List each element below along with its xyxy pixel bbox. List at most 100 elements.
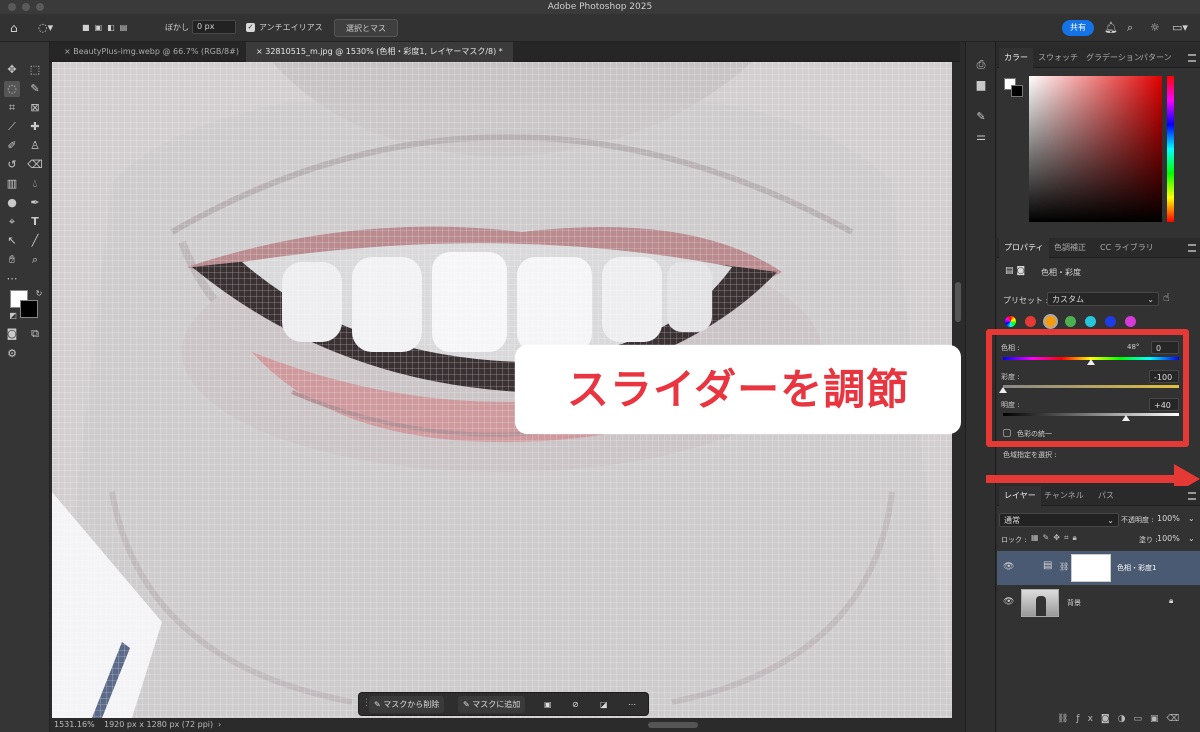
mask-icon[interactable]: ▣	[539, 696, 557, 713]
path-tool-icon[interactable]: ⌖	[4, 214, 20, 230]
hand-tool-icon[interactable]: ✋︎	[4, 252, 20, 268]
color-range-swatch[interactable]	[1125, 316, 1136, 327]
hue-strip[interactable]	[1167, 76, 1174, 222]
color-range-swatch[interactable]	[1045, 316, 1056, 327]
opacity-value[interactable]: 100%	[1157, 514, 1180, 523]
healing-brush-icon[interactable]: ✚	[27, 119, 43, 135]
frame-tool-icon[interactable]: ⊠	[27, 100, 43, 116]
tab-cc-libraries[interactable]: CC ライブラリ	[1095, 238, 1159, 258]
tab-layers[interactable]: レイヤー	[999, 486, 1041, 506]
quick-mask-icon[interactable]: ◙	[4, 326, 20, 342]
eyedropper-icon[interactable]: ⟋	[4, 119, 20, 135]
default-colors-icon[interactable]: ◩	[5, 308, 21, 324]
master-color-swatch[interactable]	[1005, 316, 1016, 327]
move-tool-icon[interactable]: ✥	[4, 62, 20, 78]
subtract-selection-icon[interactable]: ◧	[107, 19, 115, 37]
color-field[interactable]	[1029, 76, 1162, 222]
feather-input[interactable]: 0 px	[192, 20, 236, 34]
panel-menu-icon[interactable]	[1188, 54, 1196, 62]
layer-row-background[interactable]: 👁︎ 背景 🔒︎	[997, 586, 1200, 620]
target-adjust-hand-icon[interactable]: ☝︎	[1163, 291, 1170, 304]
saturation-slider-track[interactable]	[1003, 385, 1179, 388]
hue-slider-thumb[interactable]	[1087, 359, 1095, 365]
preset-dropdown[interactable]: カスタム ⌄	[1047, 292, 1159, 306]
color-range-swatch[interactable]	[1105, 316, 1116, 327]
new-selection-icon[interactable]: ■	[82, 19, 90, 37]
tab-channels[interactable]: チャンネル	[1039, 486, 1089, 506]
marquee-tool-icon[interactable]: ⬚	[27, 62, 43, 78]
line-tool-icon[interactable]: ╱	[27, 233, 43, 249]
more-tools-icon[interactable]: ⋯	[4, 271, 20, 287]
zoom-window-button[interactable]	[36, 3, 44, 11]
tab-properties[interactable]: プロパティ	[999, 238, 1049, 258]
tab-patterns[interactable]: パターン	[1135, 48, 1177, 68]
add-selection-icon[interactable]: ▣	[95, 19, 103, 37]
fill-mask-icon[interactable]: ◪	[595, 696, 613, 713]
eraser-icon[interactable]: ⌫	[27, 157, 43, 173]
lightness-slider-track[interactable]	[1003, 413, 1179, 416]
lightbulb-icon[interactable]: ☼	[1150, 19, 1160, 37]
blend-mode-dropdown[interactable]: 通常 ⌄	[999, 513, 1119, 527]
chevron-down-icon[interactable]: ⌄	[1188, 514, 1195, 523]
blur-tool-icon[interactable]: 💧︎	[27, 176, 43, 192]
hue-input[interactable]: 0	[1151, 341, 1179, 354]
crop-tool-icon[interactable]: ⌗	[4, 100, 20, 116]
gradient-tool-icon[interactable]: ▥	[4, 176, 20, 192]
zoom-tool-icon[interactable]: ⌕	[27, 252, 43, 268]
select-and-mask-button[interactable]: 選択とマスク...	[334, 19, 398, 51]
tab-adjustments[interactable]: 色調補正	[1049, 238, 1091, 258]
layer-mask-thumbnail[interactable]	[1071, 554, 1111, 582]
chevron-down-icon[interactable]: ⌄	[1188, 534, 1195, 543]
color-range-swatch[interactable]	[1025, 316, 1036, 327]
tab-swatches[interactable]: スウォッチ	[1033, 48, 1083, 68]
lock-icons[interactable]: ▦✎✥⌗🔒︎	[1031, 533, 1081, 543]
path-select-icon[interactable]: ↖	[4, 233, 20, 249]
tab-active-document[interactable]: × 32810515_m.jpg @ 1530% (色相・彩度1, レイヤーマス…	[246, 42, 513, 62]
history-panel-icon[interactable]: ⎙	[974, 58, 988, 72]
share-button[interactable]: 共有	[1062, 20, 1094, 36]
stamp-tool-icon[interactable]: ♙	[27, 138, 43, 154]
antialias-checkbox[interactable]: ✓ アンチエイリアス	[246, 19, 323, 37]
swap-colors-icon[interactable]: ↻	[31, 286, 47, 302]
brush-tool-icon[interactable]: ✐	[4, 138, 20, 154]
layers-footer-icons[interactable]: ⛓ƒx◙◑▭▣⌫	[1057, 714, 1187, 724]
search-icon[interactable]: ⌕	[1127, 19, 1133, 37]
layer-row-hue-sat[interactable]: 👁︎ ▤ ⛓ 色相・彩度1	[997, 551, 1200, 585]
add-to-mask-button[interactable]: ✎ マスクに追加	[458, 696, 526, 713]
more-options-icon[interactable]: ⋯	[623, 696, 641, 713]
workspace-icon[interactable]: ▭▾	[1172, 19, 1188, 37]
home-icon[interactable]: ⌂	[10, 19, 18, 37]
type-tool-icon[interactable]: T	[27, 214, 43, 230]
intersect-selection-icon[interactable]: ▤	[120, 19, 128, 37]
screen-mode-icon[interactable]: ⧉	[27, 326, 43, 342]
eye-icon[interactable]: 👁︎	[1003, 562, 1014, 572]
comments-icon[interactable]: ▆	[974, 78, 988, 92]
saturation-slider-thumb[interactable]	[999, 387, 1007, 393]
panel-menu-icon[interactable]	[1188, 244, 1196, 252]
lightness-input[interactable]: +40	[1149, 398, 1179, 411]
fill-value[interactable]: 100%	[1157, 534, 1180, 543]
horizontal-scrollbar[interactable]	[648, 722, 698, 728]
saturation-input[interactable]: -100	[1149, 370, 1179, 383]
lasso-tool-icon[interactable]: ◌	[4, 81, 20, 97]
invert-mask-icon[interactable]: ⊘	[567, 696, 584, 713]
window-controls[interactable]	[8, 3, 44, 11]
vertical-scrollbar[interactable]	[955, 282, 961, 322]
history-brush-icon[interactable]: ↺	[4, 157, 20, 173]
bg-color-chip[interactable]	[1011, 85, 1023, 97]
color-range-swatch[interactable]	[1065, 316, 1076, 327]
minimize-window-button[interactable]	[22, 3, 30, 11]
color-range-swatch[interactable]	[1085, 316, 1096, 327]
pen-tool-icon[interactable]: ✒	[27, 195, 43, 211]
brush-settings-icon[interactable]: ✎	[974, 110, 988, 124]
lasso-tool-preset-icon[interactable]: ◌▾	[38, 19, 53, 37]
eye-icon[interactable]: 👁︎	[1003, 597, 1014, 607]
bell-icon[interactable]: 🔔︎	[1104, 19, 1118, 37]
remove-from-mask-button[interactable]: ✎ マスクから削除	[369, 696, 445, 713]
tab-color[interactable]: カラー	[999, 48, 1033, 68]
dodge-tool-icon[interactable]: ●	[4, 195, 20, 211]
edit-toolbar-icon[interactable]: ⚙	[4, 346, 20, 362]
adjustments-icon[interactable]: ⚌	[974, 130, 988, 144]
close-window-button[interactable]	[8, 3, 16, 11]
link-icon[interactable]: ⛓	[1059, 562, 1069, 571]
